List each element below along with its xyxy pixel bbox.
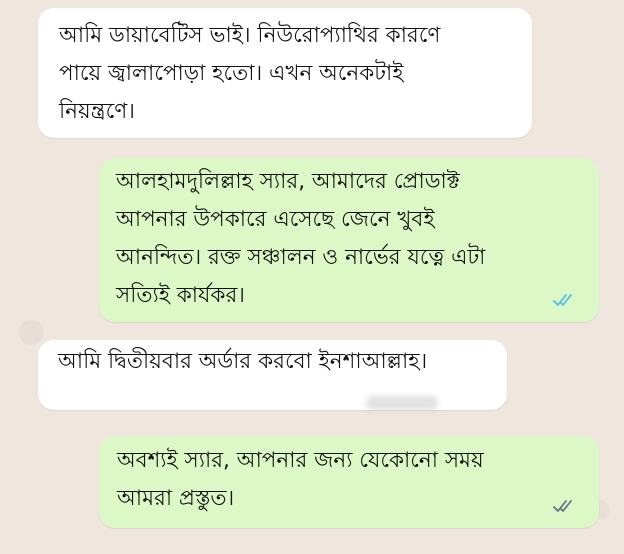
- message-text: অবশ্যই স্যার, আপনার জন্য যেকোনো সময় আমর…: [117, 448, 484, 511]
- redacted-area: [366, 396, 438, 410]
- double-check-delivered-icon: [553, 498, 577, 514]
- message-text: আলহামদুলিল্লাহ স্যার, আমাদের প্রোডাক্ট আ…: [116, 169, 486, 308]
- chat-area: আমি ডায়াবেটিস ভাই। নিউরোপ্যাথির কারণে প…: [0, 0, 624, 554]
- message-bubble-outgoing[interactable]: আলহামদুলিল্লাহ স্যার, আমাদের প্রোডাক্ট আ…: [99, 158, 599, 322]
- message-bubble-incoming[interactable]: আমি ডায়াবেটিস ভাই। নিউরোপ্যাথির কারণে প…: [38, 8, 532, 138]
- double-check-read-icon: [553, 292, 577, 308]
- message-text: আমি ডায়াবেটিস ভাই। নিউরোপ্যাথির কারণে প…: [59, 23, 441, 124]
- message-bubble-outgoing[interactable]: অবশ্যই স্যার, আপনার জন্য যেকোনো সময় আমর…: [99, 436, 599, 528]
- message-text: আমি দ্বিতীয়বার অর্ডার করবো ইনশাআল্লাহ।: [58, 349, 428, 374]
